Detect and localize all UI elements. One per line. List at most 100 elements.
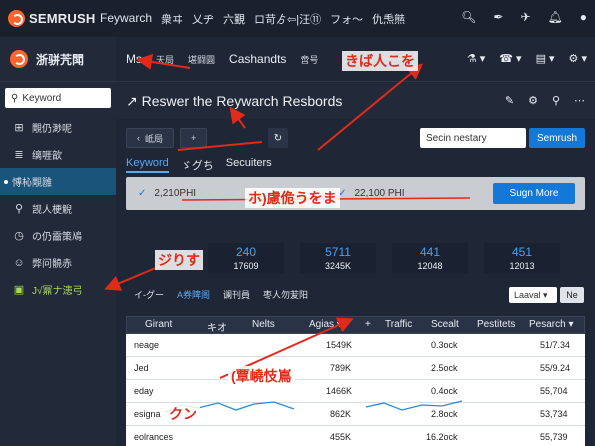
tab-second[interactable]: ゞグち bbox=[181, 157, 214, 173]
subnav-item[interactable]: 啻号 bbox=[300, 53, 318, 66]
link-icon[interactable]: ⚗︎ ▾ bbox=[467, 52, 485, 65]
top-nav-item[interactable]: 六覲 bbox=[223, 11, 245, 27]
sidebar-item[interactable]: ▣ J√鼏ナ漶弓 bbox=[0, 276, 116, 303]
column-header[interactable]: Agias ▾ bbox=[309, 319, 342, 330]
back-button[interactable]: ‹ 岻局 bbox=[126, 128, 175, 148]
top-nav-item[interactable]: 衆ヰ bbox=[161, 11, 183, 27]
metric-sub: 12013 bbox=[509, 261, 535, 271]
sidebar-item-label: 愽杺覸雝 bbox=[12, 178, 52, 189]
cell-pesarch: 55,739 bbox=[540, 432, 568, 442]
top-nav-item[interactable]: Feywarch bbox=[100, 11, 152, 27]
sidebar-item-label: 弊问髐赤 bbox=[32, 259, 72, 270]
table-row[interactable]: Jed 789K 2.5ock 55/9.24 bbox=[126, 357, 585, 380]
level-select[interactable]: Laaval ▾ bbox=[509, 287, 557, 303]
table-row[interactable]: eolrances 455K 16.2ock 55,739 bbox=[126, 426, 585, 446]
filter-bar: イ-グー A券陴阁 谰刊員 枣人勿苃阳 bbox=[134, 288, 308, 301]
search-icon: ⚲ bbox=[11, 92, 19, 104]
metric-card[interactable]: 240 17609 bbox=[208, 243, 284, 273]
subnav-icons: ⚗︎ ▾ ☎︎ ▾ ▤ ▾ ⚙︎ ▾ bbox=[467, 52, 587, 65]
user-icon[interactable]: ● bbox=[580, 10, 587, 24]
search-icon[interactable]: ⚲ bbox=[552, 94, 560, 107]
column-header[interactable]: キオ bbox=[207, 319, 227, 334]
refresh-button[interactable]: ↻ bbox=[268, 128, 288, 148]
bag-icon: ▣ bbox=[13, 284, 25, 296]
pin-icon[interactable]: ✒︎ bbox=[493, 10, 503, 24]
metric-card[interactable]: 5711 3245K bbox=[300, 243, 376, 273]
cell-name: Jed bbox=[134, 363, 149, 373]
column-header[interactable]: Nelts bbox=[252, 319, 275, 330]
top-nav-item[interactable]: フォ〜 bbox=[330, 11, 363, 27]
add-button[interactable]: + bbox=[180, 128, 208, 148]
sidebar-title: 浙骈苀閗 bbox=[36, 52, 85, 67]
metric-card[interactable]: 441 12048 bbox=[392, 243, 468, 273]
next-button[interactable]: Ne bbox=[560, 287, 584, 303]
layout-icon[interactable]: ▤ ▾ bbox=[536, 52, 555, 65]
bell-icon[interactable]: 🔔︎ bbox=[548, 10, 563, 24]
sidebar-search-input[interactable]: ⚲ Keyword bbox=[5, 88, 111, 108]
cell-name: eday bbox=[134, 386, 154, 396]
more-icon[interactable]: ⋯ bbox=[574, 94, 585, 107]
keyword-table: Girant キオ Nelts Agias ▾ + Traffic Scealt… bbox=[126, 316, 585, 446]
keyword-search-input[interactable]: Secin nestary bbox=[420, 128, 526, 148]
subnav-item[interactable]: 堪闘圓 bbox=[188, 53, 215, 66]
annotation-label: クン bbox=[166, 404, 200, 424]
banner-left-value: 2,210РНI bbox=[154, 188, 197, 199]
filter-item[interactable]: A券陴阁 bbox=[177, 288, 210, 301]
table-row[interactable]: neage 1549K 0.3ock 51/7.34 bbox=[126, 334, 585, 357]
column-header[interactable]: Girant bbox=[145, 319, 172, 330]
tab-keyword[interactable]: Keyword bbox=[126, 157, 169, 173]
top-nav-item[interactable]: ロ苛ゟ⇦|汪⑪ bbox=[254, 11, 321, 27]
search-submit-button[interactable]: Semrush bbox=[529, 128, 585, 148]
top-nav-item[interactable]: 乂ヂ bbox=[192, 11, 214, 27]
cell-pesarch: 55,704 bbox=[540, 386, 568, 396]
column-header[interactable]: Scealt bbox=[431, 319, 459, 330]
sidebar-item[interactable]: ☺ 弊问髐赤 bbox=[0, 249, 116, 276]
grid-icon[interactable]: ✈︎ bbox=[520, 10, 530, 24]
gear-icon[interactable]: ⚙︎ bbox=[528, 94, 538, 107]
column-header[interactable]: + bbox=[365, 319, 371, 330]
search-icon: ⚲ bbox=[14, 203, 24, 215]
control-group: ‹ 岻局 + bbox=[126, 128, 208, 148]
sidebar-item[interactable]: ⊞ 覸仍渺呢 bbox=[0, 114, 116, 141]
filter-item[interactable]: 枣人勿苃阳 bbox=[263, 288, 308, 301]
title-icons: ✎ ⚙︎ ⚲ ⋯ bbox=[505, 94, 585, 107]
grid-icon: ⊞ bbox=[14, 122, 24, 134]
top-nav-item[interactable]: 仇𤆬㷱 bbox=[372, 11, 405, 27]
cell-scealt: 0.3ock bbox=[431, 340, 458, 350]
sign-more-button[interactable]: Sugn More bbox=[493, 183, 575, 204]
check-icon: ✓ bbox=[138, 188, 147, 199]
filter-item[interactable]: イ-グー bbox=[134, 288, 164, 301]
table-body: neage 1549K 0.3ock 51/7.34 Jed 789K 2.5o… bbox=[126, 334, 585, 446]
sidebar-item[interactable]: ⚲ 觊人梗觬 bbox=[0, 195, 116, 222]
sidebar-item-label: 觊人梗觬 bbox=[32, 205, 72, 216]
page-title: ↗ Reswer the Reywarch Resbords bbox=[126, 92, 343, 109]
phone-icon[interactable]: ☎︎ ▾ bbox=[499, 52, 521, 65]
subnav-item[interactable]: Ms bbox=[126, 52, 142, 66]
settings-icon[interactable]: ⚙︎ ▾ bbox=[569, 52, 587, 65]
subnav-item[interactable]: Cashandts bbox=[229, 52, 286, 66]
sidebar-item-active[interactable]: 愽杺覸雝 bbox=[0, 168, 116, 195]
cell-scealt: 0.4ock bbox=[431, 386, 458, 396]
sidebar-item[interactable]: ≣ 缡啀歆 bbox=[0, 141, 116, 168]
column-header[interactable]: Pesarch ▾ bbox=[529, 319, 574, 330]
column-header[interactable]: Traffic bbox=[385, 319, 412, 330]
metric-value: 5711 bbox=[325, 245, 351, 259]
subnav-item[interactable]: 天局 bbox=[156, 53, 174, 66]
metric-card[interactable]: 451 12013 bbox=[484, 243, 560, 273]
brand-name: SEMRUSH bbox=[29, 11, 96, 26]
search-icon[interactable]: 🔍︎ bbox=[461, 10, 476, 24]
top-bar: SEMRUSH Feywarch 衆ヰ 乂ヂ 六覲 ロ苛ゟ⇦|汪⑪ フォ〜 仇𤆬… bbox=[0, 0, 595, 37]
cell-pesarch: 51/7.34 bbox=[540, 340, 571, 350]
edit-icon[interactable]: ✎ bbox=[505, 94, 514, 107]
column-header[interactable]: Pestitets bbox=[477, 319, 515, 330]
metric-sub: 17609 bbox=[233, 261, 259, 271]
sidebar-item[interactable]: ◷ の仍霝策鳰 bbox=[0, 222, 116, 249]
cell-value: 1466K bbox=[326, 386, 353, 396]
clock-icon: ◷ bbox=[14, 230, 24, 242]
cell-scealt: 16.2ock bbox=[426, 432, 458, 442]
brand-logo[interactable]: SEMRUSH bbox=[0, 10, 100, 27]
filter-item[interactable]: 谰刊員 bbox=[223, 288, 250, 301]
face-icon: ☺ bbox=[13, 256, 25, 269]
tab-securities[interactable]: Secuiters bbox=[226, 157, 272, 173]
metrics-row: 240 17609 5711 3245K 441 12048 451 12013 bbox=[208, 243, 576, 273]
